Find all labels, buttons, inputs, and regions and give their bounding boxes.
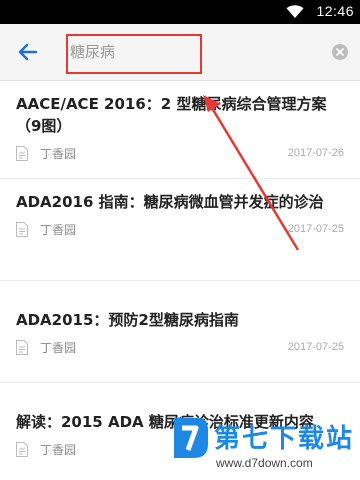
article-meta: 丁香园 2017-07-26 [16, 143, 344, 171]
article-date: 2017-07-26 [287, 147, 344, 159]
article-source: 丁香园 [40, 223, 77, 237]
article-source: 丁香园 [40, 147, 77, 161]
document-icon [16, 442, 28, 457]
arrow-left-icon[interactable] [14, 38, 42, 66]
watermark-url: www.d7down.com [216, 456, 313, 470]
article-source: 丁香园 [40, 341, 77, 355]
document-icon [16, 340, 28, 355]
list-item[interactable]: ADA2015：预防2型糖尿病指南 丁香园 2017-07-25 [0, 281, 360, 383]
document-icon [16, 222, 28, 237]
list-item[interactable]: ADA2016 指南：糖尿病微血管并发症的诊治 丁香园 2017-07-25 [0, 179, 360, 281]
article-title: ADA2016 指南：糖尿病微血管并发症的诊治 [16, 193, 324, 211]
close-circle-icon[interactable] [332, 44, 348, 60]
list-item[interactable]: AACE/ACE 2016：2 型糖尿病综合管理方案（9图） 丁香园 2017-… [0, 81, 360, 179]
watermark-name: 第七下载站 [214, 424, 355, 454]
article-meta: 丁香园 2017-07-25 [16, 219, 344, 247]
article-source: 丁香园 [40, 443, 77, 457]
article-date: 2017-07-25 [287, 341, 344, 353]
article-title: AACE/ACE 2016：2 型糖尿病综合管理方案（9图） [16, 95, 327, 135]
document-icon [16, 146, 28, 161]
watermark: 第七下载站 www.d7down.com [168, 412, 358, 474]
article-title: ADA2015：预防2型糖尿病指南 [16, 311, 239, 329]
status-time: 12:46 [316, 3, 354, 19]
wifi-icon [286, 5, 304, 18]
search-bar [0, 24, 360, 81]
search-input[interactable] [70, 40, 300, 62]
status-bar: 12:46 [0, 0, 360, 24]
watermark-logo [174, 418, 208, 458]
article-date: 2017-07-25 [287, 223, 344, 235]
article-meta: 丁香园 2017-07-25 [16, 337, 344, 365]
